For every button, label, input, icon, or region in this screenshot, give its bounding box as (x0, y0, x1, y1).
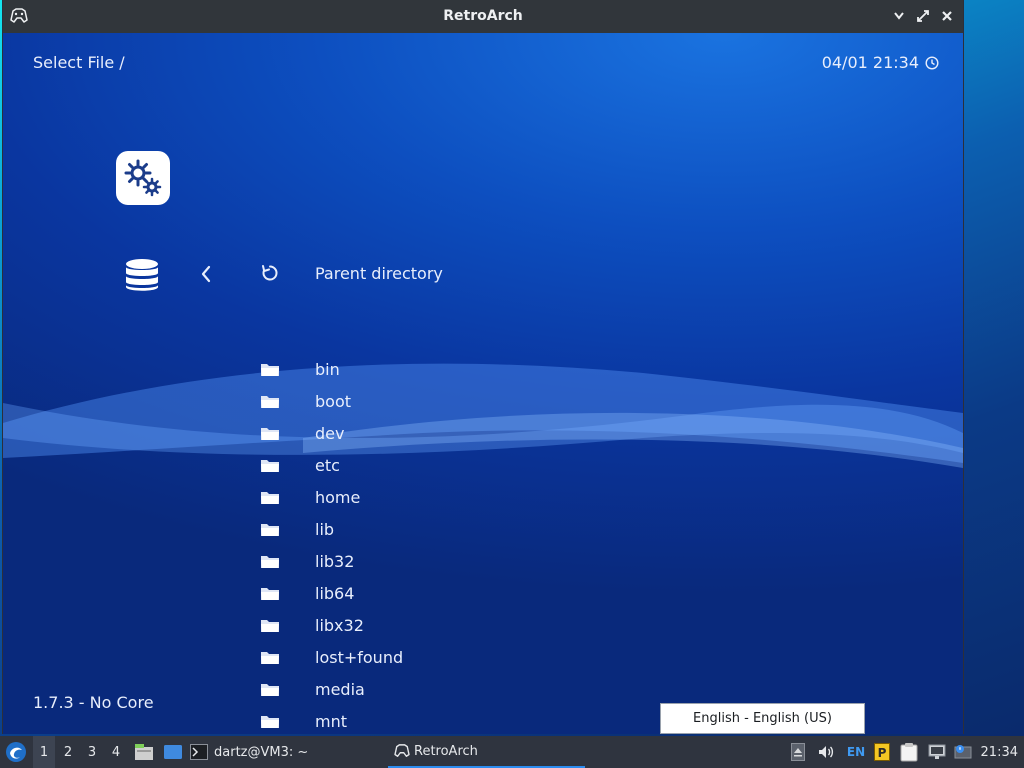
directory-entry[interactable]: mnt (259, 707, 347, 734)
folder-icon (261, 684, 279, 696)
workspace-4[interactable]: 4 (105, 736, 127, 768)
network-button[interactable] (927, 736, 947, 768)
directory-entry-label: etc (315, 455, 340, 475)
title-bar[interactable]: RetroArch (3, 0, 963, 33)
version-label: 1.7.3 - No Core (33, 693, 154, 712)
taskbar: 1 2 3 4 dartz@VM3: ~ RetroArch EN P 21:3… (0, 736, 1024, 768)
retroarch-window: RetroArch Select File / 04/01 21:34 Pare… (2, 0, 964, 734)
clipboard-icon (900, 743, 918, 762)
file-manager-launcher[interactable] (133, 736, 155, 768)
folder-icon (261, 460, 279, 472)
language-tooltip: English - English (US) (660, 703, 865, 734)
folder-icon (261, 556, 279, 568)
window-title: RetroArch (443, 8, 523, 24)
directory-entry[interactable]: dev (259, 419, 344, 447)
gears-icon (124, 159, 162, 197)
directory-entry-label: mnt (315, 711, 347, 731)
folder-icon (261, 396, 279, 408)
volume-button[interactable] (816, 736, 836, 768)
database-icon[interactable] (125, 258, 159, 292)
gamepad-icon (394, 744, 410, 757)
terminal-window-label: dartz@VM3: ~ (214, 744, 309, 760)
directory-entry[interactable]: libx32 (259, 611, 364, 639)
taskbar-clock[interactable]: 21:34 (981, 736, 1018, 768)
folder-icon (261, 364, 279, 376)
folder-icon (261, 428, 279, 440)
close-button[interactable] (940, 9, 954, 23)
directory-entry-label: bin (315, 359, 340, 379)
network-icon (928, 744, 946, 759)
chevron-left-icon[interactable] (199, 263, 213, 285)
eject-tray-button[interactable] (790, 736, 806, 768)
clipboard-button[interactable] (899, 736, 919, 768)
directory-entry-label: libx32 (315, 615, 364, 635)
settings-tab[interactable] (116, 151, 170, 205)
directory-entry-label: lib64 (315, 583, 355, 603)
desktop-icon (164, 745, 182, 759)
workspace-1[interactable]: 1 (33, 736, 55, 768)
notification-button[interactable] (953, 736, 973, 768)
directory-entry[interactable]: boot (259, 387, 351, 415)
directory-entry[interactable]: lib64 (259, 579, 354, 607)
retroarch-window-label: RetroArch (414, 743, 478, 759)
directory-entry[interactable]: etc (259, 451, 340, 479)
keyboard-layout-indicator[interactable]: EN (846, 736, 866, 768)
current-path-label: Select File / (33, 53, 125, 72)
speaker-icon (819, 746, 834, 758)
directory-entry-label: dev (315, 423, 345, 443)
directory-entry-label: boot (315, 391, 352, 411)
start-menu-button[interactable] (4, 736, 28, 768)
maximize-button[interactable] (916, 9, 930, 23)
file-manager-icon (135, 744, 153, 760)
package-icon: P (874, 743, 890, 761)
folder-icon (261, 620, 279, 632)
taskbar-retroarch-window[interactable]: RetroArch (388, 736, 585, 768)
taskbar-terminal-window[interactable]: dartz@VM3: ~ (190, 736, 308, 768)
terminal-icon (190, 744, 208, 760)
workspace-2[interactable]: 2 (57, 736, 79, 768)
directory-entry-label: media (315, 679, 365, 699)
minimize-button[interactable] (892, 9, 906, 23)
eject-icon (791, 743, 805, 761)
folder-icon (261, 716, 279, 728)
parent-directory-entry[interactable]: Parent directory (259, 259, 443, 287)
directory-entry[interactable]: lib32 (259, 547, 354, 575)
directory-entry-label: lib32 (315, 551, 355, 571)
package-updater-button[interactable]: P (873, 736, 891, 768)
datetime-text: 04/01 21:34 (821, 53, 919, 72)
folder-icon (261, 492, 279, 504)
workspace-3[interactable]: 3 (81, 736, 103, 768)
folder-icon (261, 524, 279, 536)
directory-entry[interactable]: lost+found (259, 643, 403, 671)
directory-entry-label: lost+found (315, 647, 404, 667)
directory-entry[interactable]: home (259, 483, 360, 511)
clock-icon (925, 55, 939, 70)
show-desktop-button[interactable] (162, 736, 184, 768)
directory-entry-label: lib (315, 519, 335, 539)
refresh-icon (262, 265, 278, 281)
retroarch-menu: Select File / 04/01 21:34 Parent directo… (3, 33, 963, 734)
datetime-display: 04/01 21:34 (822, 53, 939, 72)
svg-text:P: P (878, 746, 887, 760)
directory-entry[interactable]: media (259, 675, 365, 703)
display-info-icon (954, 745, 972, 759)
parent-directory-label: Parent directory (315, 263, 443, 283)
folder-icon (261, 652, 279, 664)
lxqt-logo-icon (6, 742, 26, 762)
folder-icon (261, 588, 279, 600)
wave-decoration (3, 363, 963, 468)
directory-entry[interactable]: bin (259, 355, 340, 383)
directory-entry[interactable]: lib (259, 515, 334, 543)
directory-entry-label: home (315, 487, 361, 507)
